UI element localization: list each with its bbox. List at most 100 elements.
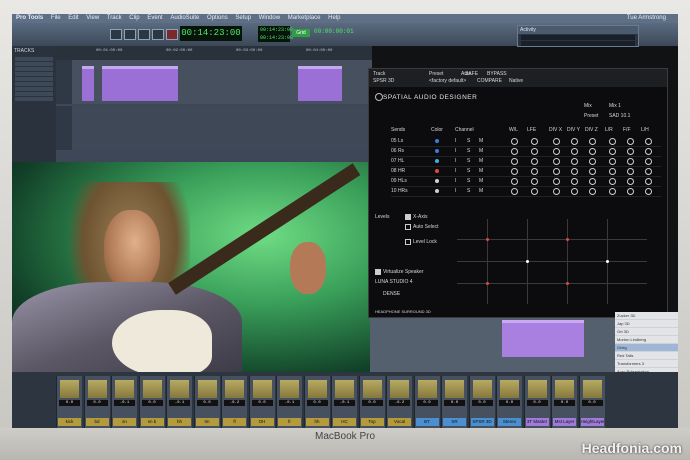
volume-readout[interactable]: 0.0 [59, 400, 80, 406]
send-knob[interactable] [553, 168, 560, 175]
menu-marketplace[interactable]: Marketplace [288, 14, 321, 23]
strip-name[interactable]: fl [223, 418, 246, 426]
track-list-item[interactable]: Ort 3D [615, 328, 678, 336]
strip-name[interactable]: SR [443, 418, 466, 426]
fader-handle[interactable] [500, 380, 519, 398]
send-knob[interactable] [609, 148, 616, 155]
send-knob[interactable] [609, 158, 616, 165]
send-knob[interactable] [511, 178, 518, 185]
send-knob[interactable] [531, 148, 538, 155]
send-knob[interactable] [531, 188, 538, 195]
fader-handle[interactable] [417, 380, 437, 398]
send-knob[interactable] [553, 148, 560, 155]
volume-readout[interactable]: 0.0 [499, 400, 520, 406]
fader-handle[interactable] [87, 380, 107, 398]
strip-name[interactable]: hh [305, 418, 329, 426]
send-knob[interactable] [609, 168, 616, 175]
send-row[interactable]: 06 Rs I S M [391, 147, 661, 157]
audio-clip[interactable] [82, 66, 94, 101]
strip-name[interactable]: sn [113, 418, 136, 426]
mix-select[interactable]: Mix 1 [609, 103, 621, 109]
strip-name[interactable]: bd [85, 418, 109, 426]
track-list-item[interactable]: Zucker 3D [615, 312, 678, 320]
volume-readout[interactable]: 0.0 [251, 400, 273, 406]
strip-name[interactable]: tm [195, 418, 219, 426]
matrix-node[interactable] [566, 282, 569, 285]
send-channel-button[interactable]: S [467, 158, 470, 164]
send-knob[interactable] [609, 188, 616, 195]
fader-handle[interactable] [527, 380, 547, 398]
fader-handle[interactable] [390, 380, 409, 398]
track-lane[interactable] [72, 60, 372, 104]
volume-readout[interactable]: 0.0 [196, 400, 218, 406]
send-color-swatch[interactable] [435, 139, 439, 143]
matrix-node[interactable] [486, 282, 489, 285]
send-color-swatch[interactable] [435, 169, 439, 173]
volume-readout[interactable]: -0.1 [334, 400, 355, 406]
track-list-item[interactable]: Jap 3D [615, 320, 678, 328]
send-color-swatch[interactable] [435, 159, 439, 163]
send-channel-button[interactable]: S [467, 138, 470, 144]
send-knob[interactable] [531, 138, 538, 145]
send-knob[interactable] [645, 178, 652, 185]
track-header[interactable] [56, 106, 72, 150]
strip-name[interactable]: Stereo [498, 418, 521, 426]
strip-name[interactable]: SPSR 3D [470, 418, 494, 426]
plugin-track-select[interactable]: SPSR 3D [373, 78, 394, 84]
volume-readout[interactable]: 0.0 [526, 400, 548, 406]
send-knob[interactable] [627, 188, 634, 195]
send-channel-button[interactable]: I [455, 158, 456, 164]
fader-handle[interactable] [170, 380, 189, 398]
send-knob[interactable] [645, 138, 652, 145]
menu-help[interactable]: Help [328, 14, 340, 23]
fader-handle[interactable] [197, 380, 217, 398]
send-knob[interactable] [627, 158, 634, 165]
volume-readout[interactable]: -0.1 [169, 400, 190, 406]
send-knob[interactable] [553, 188, 560, 195]
volume-readout[interactable]: 0.0 [581, 400, 603, 406]
strip-name[interactable]: Mst Layer [553, 418, 576, 426]
send-channel-button[interactable]: M [479, 178, 483, 184]
volume-readout[interactable]: -6.2 [389, 400, 410, 406]
room-select[interactable]: LUNA STUDIO 4 [375, 279, 413, 285]
volume-readout[interactable]: 0.0 [554, 400, 575, 406]
send-knob[interactable] [627, 148, 634, 155]
send-knob[interactable] [589, 158, 596, 165]
fader-handle[interactable] [142, 380, 162, 398]
menu-window[interactable]: Window [259, 14, 280, 23]
send-channel-button[interactable]: I [455, 168, 456, 174]
send-channel-button[interactable]: M [479, 158, 483, 164]
send-knob[interactable] [627, 178, 634, 185]
send-channel-button[interactable]: S [467, 188, 470, 194]
send-channel-button[interactable]: M [479, 188, 483, 194]
menu-file[interactable]: File [51, 14, 61, 23]
volume-readout[interactable]: 0.0 [444, 400, 465, 406]
send-knob[interactable] [511, 188, 518, 195]
start-end-counter[interactable]: 00:14:23:00 00:14:23:00 [258, 26, 293, 42]
send-knob[interactable] [571, 168, 578, 175]
strip-name[interactable]: 3T Master [525, 418, 549, 426]
volume-readout[interactable]: 0.0 [471, 400, 493, 406]
strip-name[interactable]: HeightLayer [580, 418, 604, 426]
auto-select-checkbox[interactable] [405, 224, 411, 230]
send-row[interactable]: 07 HL I S M [391, 157, 661, 167]
send-color-swatch[interactable] [435, 149, 439, 153]
audio-clip[interactable] [502, 320, 584, 357]
send-knob[interactable] [609, 138, 616, 145]
level-lock-checkbox[interactable] [405, 239, 411, 245]
volume-readout[interactable]: 0.0 [306, 400, 328, 406]
send-knob[interactable] [511, 148, 518, 155]
fader-handle[interactable] [335, 380, 354, 398]
send-channel-button[interactable]: I [455, 188, 456, 194]
matrix-node[interactable] [606, 260, 609, 263]
send-channel-button[interactable]: S [467, 168, 470, 174]
send-color-swatch[interactable] [435, 179, 439, 183]
strip-name[interactable]: Top [360, 418, 384, 426]
stop-button[interactable] [138, 29, 150, 40]
fader-handle[interactable] [60, 380, 79, 398]
fader-handle[interactable] [445, 380, 464, 398]
track-lane[interactable] [72, 106, 372, 150]
menu-event[interactable]: Event [147, 14, 162, 23]
plugin-preset-select[interactable]: <factory default> [429, 78, 466, 84]
send-knob[interactable] [531, 158, 538, 165]
